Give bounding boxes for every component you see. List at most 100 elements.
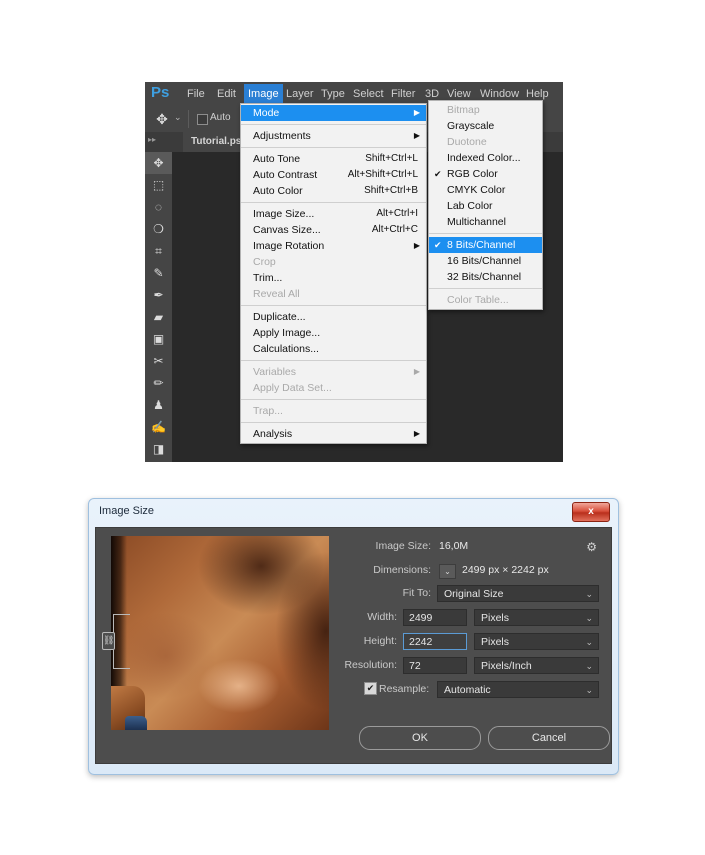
fit-to-label: Fit To: bbox=[361, 585, 431, 601]
menu-file[interactable]: File bbox=[183, 86, 209, 102]
menu-item-analysis[interactable]: Analysis ▶ bbox=[241, 426, 426, 442]
clone-stamp-tool[interactable]: ♟ bbox=[145, 394, 172, 416]
auto-select-label: Auto bbox=[210, 112, 231, 123]
menu-layer[interactable]: Layer bbox=[282, 86, 318, 102]
image-size-value: 16,0M bbox=[439, 538, 468, 554]
menu-item-label: Canvas Size... bbox=[253, 224, 321, 236]
menu-item-label: Auto Contrast bbox=[253, 169, 317, 181]
menu-item-trim[interactable]: Trim... bbox=[241, 270, 426, 286]
submenu-item-duotone: Duotone bbox=[429, 134, 542, 150]
ok-button[interactable]: OK bbox=[359, 726, 481, 750]
brush-tool[interactable]: ✏ bbox=[145, 372, 172, 394]
lasso-tool[interactable]: ◌ bbox=[145, 196, 172, 218]
height-unit-dropdown[interactable]: Pixels ⌄ bbox=[474, 633, 599, 650]
quick-selection-tool[interactable]: ❍ bbox=[145, 218, 172, 240]
menu-item-label: Trap... bbox=[253, 405, 283, 417]
patch-tool[interactable]: ▰ bbox=[145, 306, 172, 328]
submenu-item-label: 8 Bits/Channel bbox=[447, 239, 515, 251]
spot-healing-brush-tool[interactable]: ✒ bbox=[145, 284, 172, 306]
menu-item-variables: Variables ▶ bbox=[241, 364, 426, 380]
menu-type[interactable]: Type bbox=[317, 86, 349, 102]
menu-item-duplicate[interactable]: Duplicate... bbox=[241, 309, 426, 325]
submenu-item-label: Grayscale bbox=[447, 120, 494, 132]
submenu-item-8-bits-channel[interactable]: ✔ 8 Bits/Channel bbox=[429, 237, 542, 253]
frame-tool[interactable]: ▣ bbox=[145, 328, 172, 350]
resample-dropdown[interactable]: Automatic ⌄ bbox=[437, 681, 599, 698]
menu-item-calculations[interactable]: Calculations... bbox=[241, 341, 426, 357]
menu-item-apply-image[interactable]: Apply Image... bbox=[241, 325, 426, 341]
gear-icon[interactable]: ⚙ bbox=[586, 540, 597, 554]
width-unit-dropdown[interactable]: Pixels ⌄ bbox=[474, 609, 599, 626]
eraser-tool[interactable]: ◨ bbox=[145, 438, 172, 460]
submenu-item-cmyk-color[interactable]: CMYK Color bbox=[429, 182, 542, 198]
menu-item-label: Apply Image... bbox=[253, 327, 320, 339]
menu-item-auto-contrast[interactable]: Auto Contrast Alt+Shift+Ctrl+L bbox=[241, 167, 426, 183]
image-preview[interactable] bbox=[111, 536, 329, 730]
menu-item-auto-tone[interactable]: Auto Tone Shift+Ctrl+L bbox=[241, 151, 426, 167]
dialog-titlebar[interactable]: Image Size x bbox=[89, 499, 618, 527]
height-input[interactable]: 2242 bbox=[403, 633, 467, 650]
menu-item-canvas-size[interactable]: Canvas Size... Alt+Ctrl+C bbox=[241, 222, 426, 238]
menu-item-label: Mode bbox=[253, 107, 279, 119]
submenu-item-lab-color[interactable]: Lab Color bbox=[429, 198, 542, 214]
submenu-item-16-bits-channel[interactable]: 16 Bits/Channel bbox=[429, 253, 542, 269]
collapse-panel-icon[interactable]: ▸▸ bbox=[148, 135, 156, 144]
toolbar-divider bbox=[188, 110, 189, 128]
menu-item-image-rotation[interactable]: Image Rotation ▶ bbox=[241, 238, 426, 254]
submenu-item-multichannel[interactable]: Multichannel bbox=[429, 214, 542, 230]
submenu-item-grayscale[interactable]: Grayscale bbox=[429, 118, 542, 134]
menu-filter[interactable]: Filter bbox=[387, 86, 419, 102]
resolution-label: Resolution: bbox=[318, 657, 397, 673]
width-unit-value: Pixels bbox=[481, 610, 509, 627]
menu-item-label: Auto Tone bbox=[253, 153, 300, 165]
resample-checkbox[interactable]: ✔ bbox=[364, 682, 377, 695]
submenu-item-label: CMYK Color bbox=[447, 184, 505, 196]
move-tool[interactable]: ✥ bbox=[145, 152, 172, 174]
width-input[interactable]: 2499 bbox=[403, 609, 467, 626]
resolution-unit-dropdown[interactable]: Pixels/Inch ⌄ bbox=[474, 657, 599, 674]
photoshop-logo: Ps bbox=[151, 84, 169, 101]
menu-separator bbox=[241, 305, 426, 306]
submenu-item-rgb-color[interactable]: ✔ RGB Color bbox=[429, 166, 542, 182]
height-label: Height: bbox=[329, 633, 397, 649]
chevron-down-icon: ⌄ bbox=[585, 634, 593, 651]
height-unit-value: Pixels bbox=[481, 634, 509, 651]
rectangular-marquee-tool[interactable]: ⬚ bbox=[145, 174, 172, 196]
menu-item-label: Variables bbox=[253, 366, 296, 378]
menu-separator bbox=[241, 399, 426, 400]
move-tool-icon[interactable]: ✥ bbox=[153, 110, 171, 128]
cancel-button[interactable]: Cancel bbox=[488, 726, 610, 750]
link-chain-icon[interactable]: ⛓ bbox=[102, 632, 115, 650]
chevron-down-icon[interactable]: ⌄ bbox=[174, 112, 182, 123]
menu-item-adjustments[interactable]: Adjustments ▶ bbox=[241, 128, 426, 144]
menu-item-label: Analysis bbox=[253, 428, 292, 440]
menu-item-label: Adjustments bbox=[253, 130, 311, 142]
resolution-input[interactable]: 72 bbox=[403, 657, 467, 674]
menu-item-label: Duplicate... bbox=[253, 311, 306, 323]
menu-image[interactable]: Image bbox=[244, 84, 283, 104]
chevron-down-icon: ⌄ bbox=[585, 610, 593, 627]
eyedropper-tool[interactable]: ✎ bbox=[145, 262, 172, 284]
submenu-item-label: Multichannel bbox=[447, 216, 506, 228]
menu-item-label: Image Size... bbox=[253, 208, 314, 220]
link-bracket-bottom bbox=[113, 650, 130, 669]
submenu-arrow-icon: ▶ bbox=[414, 128, 420, 144]
crop-tool[interactable]: ⌗ bbox=[145, 240, 172, 262]
menu-separator bbox=[429, 288, 542, 289]
submenu-arrow-icon: ▶ bbox=[414, 238, 420, 254]
history-brush-tool[interactable]: ✍ bbox=[145, 416, 172, 438]
submenu-item-bitmap: Bitmap bbox=[429, 102, 542, 118]
menu-item-auto-color[interactable]: Auto Color Shift+Ctrl+B bbox=[241, 183, 426, 199]
menu-item-mode[interactable]: Mode ▶ bbox=[241, 105, 426, 121]
scissors-tool[interactable]: ✂ bbox=[145, 350, 172, 372]
menu-edit[interactable]: Edit bbox=[213, 86, 240, 102]
submenu-item-32-bits-channel[interactable]: 32 Bits/Channel bbox=[429, 269, 542, 285]
menu-select[interactable]: Select bbox=[349, 86, 388, 102]
dimensions-unit-dropdown[interactable]: ⌄ bbox=[439, 564, 456, 579]
close-icon[interactable]: x bbox=[572, 502, 610, 522]
menu-item-image-size[interactable]: Image Size... Alt+Ctrl+I bbox=[241, 206, 426, 222]
auto-select-checkbox[interactable] bbox=[197, 114, 208, 125]
submenu-item-indexed-color[interactable]: Indexed Color... bbox=[429, 150, 542, 166]
fit-to-dropdown[interactable]: Original Size ⌄ bbox=[437, 585, 599, 602]
submenu-item-label: Bitmap bbox=[447, 104, 480, 116]
